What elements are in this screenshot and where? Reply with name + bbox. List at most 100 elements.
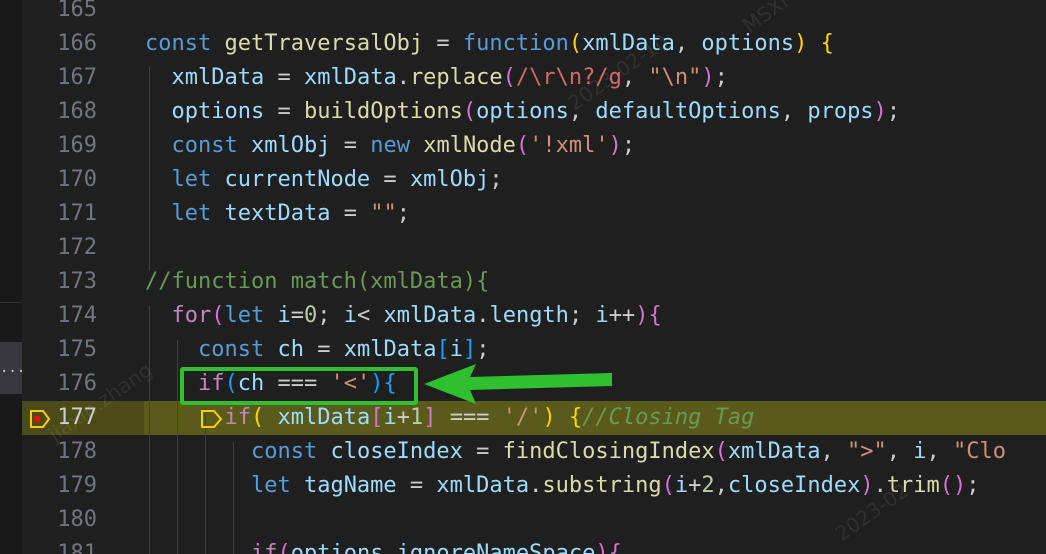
code-token: ( bbox=[568, 31, 583, 56]
code-token: ; bbox=[317, 303, 344, 328]
code-token: ">" bbox=[847, 439, 887, 464]
line-number[interactable]: 181 bbox=[22, 537, 97, 554]
code-token: ( bbox=[939, 473, 954, 498]
code-text[interactable]: let textData = ""; bbox=[145, 197, 410, 231]
code-line[interactable]: 181 if(options.ignoreNameSpace){ bbox=[22, 537, 1046, 554]
line-number[interactable]: 172 bbox=[22, 231, 97, 265]
code-token: let bbox=[224, 303, 278, 328]
code-token: = bbox=[396, 473, 437, 498]
code-token: + bbox=[688, 473, 702, 498]
code-token: , bbox=[926, 439, 954, 464]
code-line[interactable]: 166 const getTraversalObj = function(xmlD… bbox=[22, 27, 1046, 61]
code-token: xmlData bbox=[436, 473, 530, 498]
line-number[interactable]: 175 bbox=[22, 333, 97, 367]
code-token: tagName bbox=[303, 473, 397, 498]
code-text[interactable]: options = buildOptions(options, defaultO… bbox=[145, 95, 901, 129]
annotation-highlight-box bbox=[180, 367, 418, 405]
code-token: substring bbox=[542, 473, 662, 498]
code-token: new bbox=[370, 133, 424, 158]
code-token: if bbox=[224, 405, 251, 430]
code-token: ) bbox=[794, 31, 808, 56]
code-editor[interactable]: ... 165 166 const getTraversalObj = functi… bbox=[0, 0, 1046, 554]
line-number[interactable]: 174 bbox=[22, 299, 97, 333]
more-actions-button[interactable]: ... bbox=[0, 342, 25, 394]
code-token: getTraversalObj bbox=[224, 31, 424, 56]
code-token: ch bbox=[277, 337, 304, 362]
code-text[interactable]: const xmlObj = new xmlNode('!xml'); bbox=[145, 129, 636, 163]
line-number[interactable]: 173 bbox=[22, 265, 97, 299]
code-token: let bbox=[171, 201, 225, 226]
code-token: ; bbox=[489, 167, 503, 192]
line-number[interactable]: 167 bbox=[22, 61, 97, 95]
line-number[interactable]: 179 bbox=[22, 469, 97, 503]
code-token: i bbox=[343, 303, 357, 328]
inline-execution-pointer-icon bbox=[201, 410, 223, 428]
code-text[interactable]: if(options.ignoreNameSpace){ bbox=[145, 537, 622, 554]
code-token: if bbox=[250, 541, 278, 554]
line-number[interactable]: 171 bbox=[22, 197, 97, 231]
code-token: = bbox=[370, 167, 410, 192]
code-line[interactable]: 165 bbox=[22, 0, 1046, 27]
code-token: xmlData bbox=[303, 65, 397, 90]
line-number[interactable]: 169 bbox=[22, 129, 97, 163]
code-token: ; bbox=[714, 65, 728, 90]
code-text[interactable]: //function match(xmlData){ bbox=[145, 265, 489, 299]
code-token: + bbox=[396, 405, 410, 430]
code-token: , bbox=[780, 99, 808, 124]
code-line[interactable]: 167 xmlData = xmlData.replace(/\r\n?/g, … bbox=[22, 61, 1046, 95]
code-token: xmlData bbox=[727, 439, 821, 464]
indent-guide bbox=[149, 306, 150, 554]
code-token: . bbox=[396, 65, 410, 90]
code-token: < bbox=[356, 303, 384, 328]
code-token: buildOptions bbox=[303, 99, 463, 124]
activity-bar: ... bbox=[0, 0, 25, 554]
code-line[interactable]: 178 const closeIndex = findClosingIndex(… bbox=[22, 435, 1046, 469]
code-token: ( bbox=[661, 473, 675, 498]
code-line[interactable]: 168 options = buildOptions(options, defa… bbox=[22, 95, 1046, 129]
line-number[interactable]: 170 bbox=[22, 163, 97, 197]
code-token: let bbox=[171, 167, 225, 192]
code-text[interactable]: const getTraversalObj = function(xmlData… bbox=[145, 27, 834, 61]
code-token: "Clo bbox=[953, 439, 1007, 464]
code-token: ) bbox=[608, 133, 622, 158]
code-line[interactable]: 173 //function match(xmlData){ bbox=[22, 265, 1046, 299]
code-text[interactable]: const closeIndex = findClosingIndex(xmlD… bbox=[145, 435, 1006, 469]
code-token: //function match(xmlData){ bbox=[145, 269, 490, 294]
code-token: xmlData bbox=[383, 303, 477, 328]
code-text[interactable]: for(let i=0; i< xmlData.length; i++){ bbox=[145, 299, 662, 333]
code-line[interactable]: 172 bbox=[22, 231, 1046, 265]
line-number[interactable]: 166 bbox=[22, 27, 97, 61]
code-token: ; bbox=[966, 473, 980, 498]
code-token: { bbox=[820, 31, 834, 56]
code-line[interactable]: 171 let textData = ""; bbox=[22, 197, 1046, 231]
code-token: ; bbox=[621, 133, 636, 158]
code-token: ( bbox=[515, 133, 530, 158]
code-token: i bbox=[674, 473, 689, 498]
code-token: i bbox=[595, 303, 609, 328]
code-token: function bbox=[462, 31, 569, 56]
line-number[interactable]: 180 bbox=[22, 503, 97, 537]
code-token: findClosingIndex bbox=[502, 439, 715, 464]
code-token: = bbox=[290, 303, 304, 328]
code-token: ] bbox=[462, 337, 477, 362]
code-line[interactable]: 174 for(let i=0; i< xmlData.length; i++)… bbox=[22, 299, 1046, 333]
code-line[interactable]: 169 const xmlObj = new xmlNode('!xml'); bbox=[22, 129, 1046, 163]
code-token: xmlObj bbox=[250, 133, 331, 158]
code-text[interactable]: let tagName = xmlData.substring(i+2,clos… bbox=[145, 469, 980, 503]
code-token: currentNode bbox=[224, 167, 371, 192]
code-token: ; bbox=[396, 201, 410, 226]
line-number[interactable]: 165 bbox=[22, 0, 97, 27]
code-token: "" bbox=[370, 201, 397, 226]
code-token: length bbox=[489, 303, 569, 328]
indent-guide bbox=[233, 442, 234, 554]
code-line[interactable]: 170 let currentNode = xmlObj; bbox=[22, 163, 1046, 197]
code-token: i bbox=[913, 439, 927, 464]
code-token: "\n" bbox=[648, 65, 702, 90]
line-number[interactable]: 168 bbox=[22, 95, 97, 129]
code-token: ) bbox=[595, 541, 609, 554]
code-text[interactable]: let currentNode = xmlObj; bbox=[145, 163, 503, 197]
